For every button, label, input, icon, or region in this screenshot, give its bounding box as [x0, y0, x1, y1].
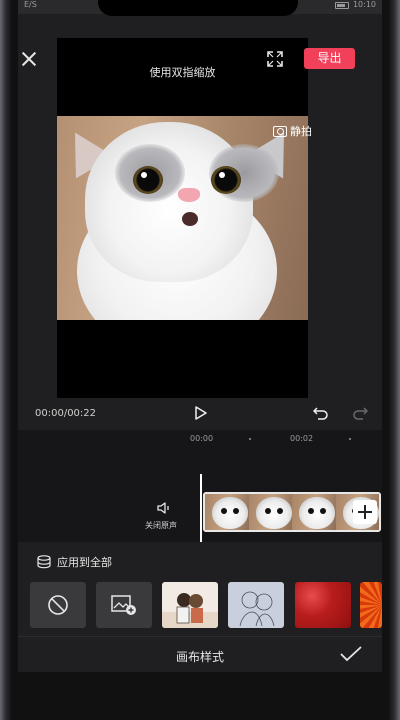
style-custom-image-tile[interactable]	[96, 582, 152, 628]
cat-nose	[178, 188, 200, 202]
status-network: E/S	[24, 0, 37, 9]
cat-head	[85, 122, 279, 282]
undo-icon[interactable]	[313, 405, 329, 421]
phone-bottom-bezel	[18, 672, 382, 720]
cat-mouth	[182, 212, 198, 226]
ruler-label-0: 00:00	[190, 434, 214, 443]
clip-thumbnail-cat	[255, 497, 292, 529]
cat-eye-left	[133, 166, 163, 194]
add-clip-button[interactable]	[353, 500, 377, 524]
sketch-illustration	[239, 591, 275, 627]
style-sketch-tile[interactable]	[228, 582, 284, 628]
clip-thumbnail-cat	[212, 497, 248, 529]
status-time: 10:10	[352, 0, 376, 9]
clip-thumbnail	[248, 494, 292, 530]
apply-to-all-button[interactable]: 应用到全部	[37, 554, 112, 570]
style-sunburst-tile[interactable]	[360, 582, 382, 628]
camera-notch	[98, 0, 298, 16]
redo-icon[interactable]	[352, 405, 368, 421]
mute-original-label[interactable]: 关闭原声	[145, 520, 177, 531]
ruler-dot	[349, 438, 351, 440]
style-couple-tile[interactable]	[162, 582, 218, 628]
battery-icon	[334, 1, 349, 9]
playback-time: 00:00/00:22	[35, 408, 97, 419]
clip-thumbnail	[292, 494, 336, 530]
no-style-icon	[48, 595, 68, 615]
ruler-dot	[249, 438, 251, 440]
layers-icon	[37, 555, 51, 569]
export-button[interactable]: 导出	[304, 48, 355, 69]
clip-thumbnail	[205, 494, 249, 530]
add-image-icon	[111, 595, 136, 615]
ruler-label-1: 00:02	[290, 434, 314, 443]
style-glitter-tile[interactable]	[295, 582, 351, 628]
play-icon[interactable]	[195, 406, 207, 420]
playhead[interactable]	[200, 474, 202, 542]
camera-icon	[273, 125, 287, 137]
video-preview[interactable]	[57, 116, 308, 320]
close-icon[interactable]	[20, 50, 38, 68]
panel-title: 画布样式	[175, 650, 224, 664]
status-right: 10:10	[334, 0, 376, 10]
style-none-tile[interactable]	[30, 582, 86, 628]
fullscreen-icon[interactable]	[267, 51, 283, 67]
apply-to-all-label: 应用到全部	[57, 556, 112, 569]
couple-illustration	[162, 593, 218, 628]
speaker-icon[interactable]	[157, 501, 173, 515]
checkmark-icon[interactable]	[340, 646, 362, 662]
still-photo-button[interactable]: 静拍	[273, 123, 312, 139]
still-photo-label: 静拍	[290, 125, 312, 138]
cat-eye-right	[211, 166, 241, 194]
clip-thumbnail-cat	[299, 497, 335, 529]
